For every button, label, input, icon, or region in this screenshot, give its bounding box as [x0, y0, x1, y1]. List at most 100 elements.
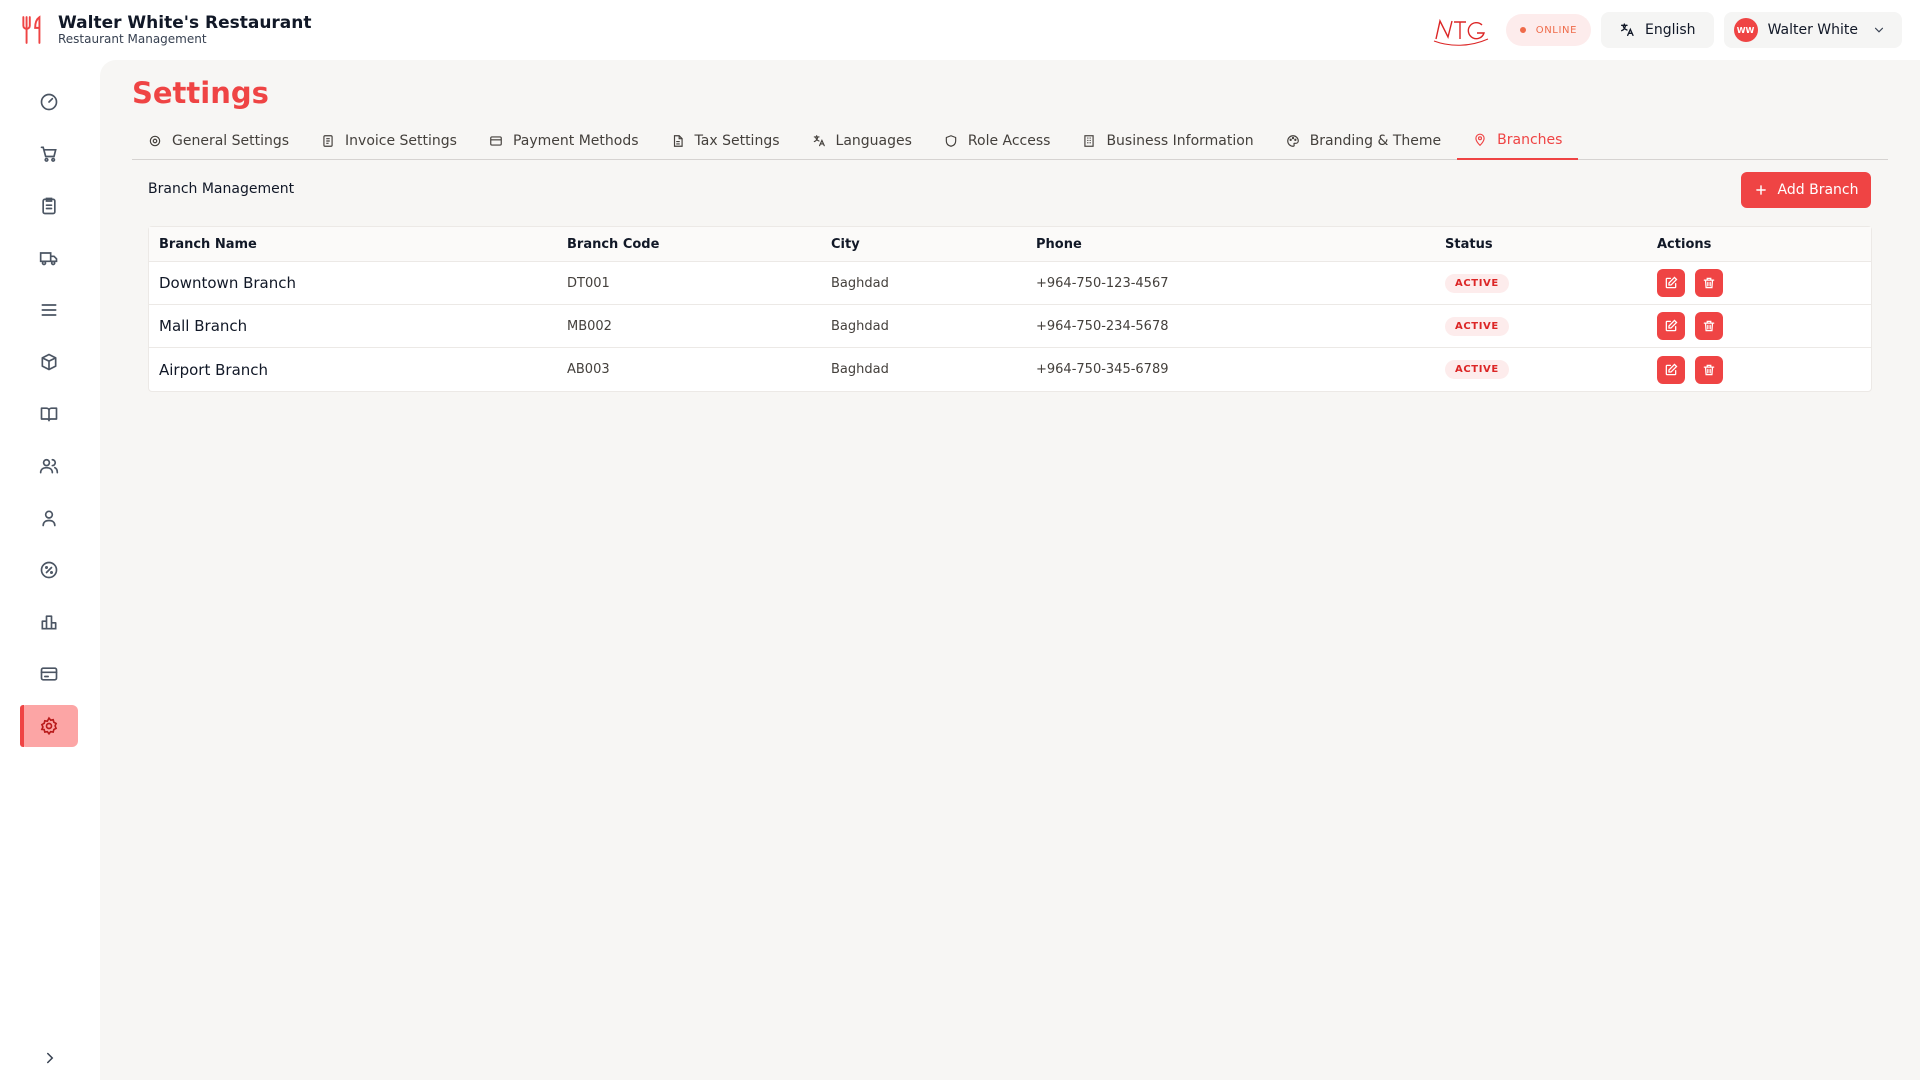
sidebar-item-inventory[interactable]: [20, 341, 78, 383]
sidebar-item-menu[interactable]: [20, 289, 78, 331]
top-bar: Walter White's Restaurant Restaurant Man…: [0, 0, 1920, 60]
tab-business-information[interactable]: Business Information: [1066, 122, 1269, 160]
connection-status: ONLINE: [1505, 14, 1591, 46]
main-content: Settings General Settings Invoice Settin…: [100, 60, 1920, 1080]
invoice-icon: [323, 135, 333, 147]
row-actions: [1657, 262, 1733, 304]
gear-icon: [149, 135, 161, 147]
map-pin-icon: [1475, 133, 1485, 147]
package-icon: [41, 353, 57, 371]
tab-branding-theme[interactable]: Branding & Theme: [1270, 122, 1457, 160]
tab-invoice-settings[interactable]: Invoice Settings: [305, 122, 473, 160]
branch-name: Airport Branch: [159, 360, 269, 379]
chevron-down-icon: [1874, 27, 1884, 33]
chart-icon: [41, 615, 57, 630]
brand[interactable]: Walter White's Restaurant Restaurant Man…: [20, 14, 312, 46]
tab-label: Branding & Theme: [1309, 133, 1442, 149]
tab-languages[interactable]: Languages: [796, 122, 928, 160]
column-header-actions: Actions: [1657, 236, 1712, 252]
clipboard-icon: [42, 197, 56, 215]
delete-button[interactable]: [1695, 312, 1723, 340]
tab-label: Payment Methods: [512, 133, 639, 149]
delete-button[interactable]: [1695, 269, 1723, 297]
tab-role-access[interactable]: Role Access: [928, 122, 1067, 160]
column-header-branch-name[interactable]: Branch Name: [159, 227, 257, 261]
settings-icon: [40, 716, 58, 736]
edit-button[interactable]: [1657, 355, 1685, 384]
user-name: Walter White: [1767, 22, 1858, 38]
sidebar-expand-button[interactable]: [30, 1038, 70, 1078]
column-header-branch-code[interactable]: Branch Code: [567, 227, 659, 261]
users-icon: [39, 458, 59, 474]
branches-table: Branch Name Branch Code City Phone Statu…: [148, 226, 1872, 392]
status-badge: ACTIVE: [1445, 316, 1509, 336]
row-actions: [1657, 305, 1733, 347]
sidebar-item-reports[interactable]: [20, 601, 78, 643]
avatar: WW: [1733, 18, 1758, 42]
dashboard-icon: [40, 93, 58, 111]
sidebar: [0, 60, 100, 1080]
edit-button[interactable]: [1657, 312, 1685, 340]
sidebar-item-staff[interactable]: [20, 445, 78, 487]
branch-phone: +964-750-234-5678: [1036, 318, 1169, 334]
status-dot-icon: [1519, 27, 1526, 33]
credit-card-icon: [490, 136, 502, 146]
table-row[interactable]: Downtown Branch DT001 Baghdad +964-750-1…: [149, 262, 1871, 305]
branch-code: DT001: [567, 275, 610, 291]
language-label: English: [1645, 22, 1696, 38]
restaurant-logo-icon: [22, 15, 41, 44]
edit-button[interactable]: [1657, 269, 1685, 297]
language-switcher[interactable]: English: [1601, 12, 1714, 48]
status-cell: ACTIVE: [1445, 305, 1509, 347]
translate-icon: [813, 135, 825, 147]
chevron-right-icon: [47, 1052, 54, 1064]
app-title: Walter White's Restaurant: [58, 13, 312, 33]
palette-icon: [1286, 135, 1299, 147]
table-row[interactable]: Airport Branch AB003 Baghdad +964-750-34…: [149, 348, 1871, 391]
trash-icon: [1703, 277, 1715, 289]
table-header: Branch Name Branch Code City Phone Statu…: [149, 227, 1871, 262]
translate-icon: [1621, 23, 1634, 36]
edit-icon: [1665, 363, 1678, 375]
cart-icon: [40, 146, 57, 162]
table-row[interactable]: Mall Branch MB002 Baghdad +964-750-234-5…: [149, 305, 1871, 348]
sidebar-item-discounts[interactable]: [20, 549, 78, 591]
column-header-city[interactable]: City: [831, 227, 860, 261]
sidebar-item-pos[interactable]: [20, 133, 78, 175]
sidebar-item-customers[interactable]: [20, 497, 78, 539]
tab-tax-settings[interactable]: Tax Settings: [655, 122, 796, 160]
edit-icon: [1665, 319, 1678, 332]
plus-icon: [1755, 185, 1766, 195]
branch-name: Mall Branch: [159, 317, 248, 335]
status-cell: ACTIVE: [1445, 262, 1509, 304]
user-icon: [42, 510, 56, 527]
branch-code: AB003: [567, 362, 610, 377]
column-header-phone[interactable]: Phone: [1036, 227, 1082, 261]
building-icon: [1084, 135, 1095, 147]
sidebar-item-recipes[interactable]: [20, 393, 78, 435]
tab-general-settings[interactable]: General Settings: [132, 122, 305, 160]
tab-label: General Settings: [172, 133, 290, 149]
add-branch-label: Add Branch: [1777, 182, 1859, 198]
tab-label: Languages: [835, 133, 912, 149]
tab-branches[interactable]: Branches: [1457, 122, 1579, 160]
app-subtitle: Restaurant Management: [58, 32, 207, 46]
tab-label: Invoice Settings: [345, 133, 457, 149]
column-header-status[interactable]: Status: [1445, 227, 1493, 261]
tab-payment-methods[interactable]: Payment Methods: [473, 122, 655, 160]
settings-tabs: General Settings Invoice Settings Paymen…: [132, 122, 1888, 160]
sidebar-item-orders[interactable]: [20, 185, 78, 227]
section-title: Branch Management: [148, 181, 295, 197]
add-branch-button[interactable]: Add Branch: [1741, 172, 1871, 208]
sidebar-item-payments[interactable]: [20, 653, 78, 695]
branch-city: Baghdad: [831, 275, 889, 291]
tab-label: Branches: [1497, 132, 1563, 148]
sidebar-item-dashboard[interactable]: [20, 81, 78, 123]
delete-button[interactable]: [1695, 355, 1723, 384]
tab-label: Tax Settings: [694, 133, 780, 149]
sidebar-item-settings[interactable]: [20, 705, 78, 747]
user-menu[interactable]: WW Walter White: [1723, 12, 1902, 48]
partner-logo-icon: [1433, 18, 1488, 46]
sidebar-item-delivery[interactable]: [20, 237, 78, 279]
branch-phone: +964-750-123-4567: [1036, 275, 1169, 291]
